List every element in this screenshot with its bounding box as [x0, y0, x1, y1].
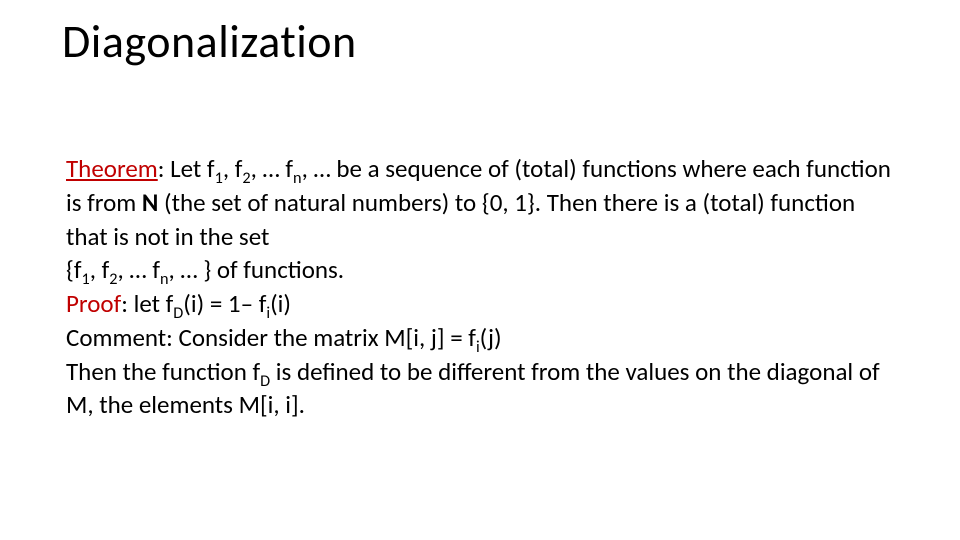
- text: (j): [480, 322, 502, 353]
- text: (the set of natural numbers) to {0, 1}. …: [66, 187, 855, 252]
- text: {f: [66, 254, 82, 285]
- text: :: [158, 153, 170, 184]
- sub-1: 1: [215, 169, 223, 188]
- slide-body: Theorem: Let f1, f2, … fn, … be a sequen…: [66, 152, 896, 422]
- text: Comment: Consider the matrix M[i, j] = f: [66, 322, 476, 353]
- proof-label: Proof: [66, 288, 121, 319]
- text: , … f: [118, 254, 160, 285]
- text: Let f: [170, 153, 214, 184]
- slide-title: Diagonalization: [62, 14, 357, 70]
- comment-line: Comment: Consider the matrix M[i, j] = f…: [66, 321, 896, 355]
- text: , … } of functions.: [169, 254, 345, 285]
- text: (i) = 1– f: [183, 288, 266, 319]
- proof-line: Proof: let fD(i) = 1– fi(i): [66, 287, 896, 321]
- then-line: Then the function fD is defined to be di…: [66, 355, 896, 423]
- sub-n: n: [293, 169, 302, 188]
- text: (i): [270, 288, 291, 319]
- theorem-paragraph: Theorem: Let f1, f2, … fn, … be a sequen…: [66, 152, 896, 253]
- text: , … f: [251, 153, 293, 184]
- text: , f: [90, 254, 110, 285]
- text: : let f: [121, 288, 173, 319]
- slide: Diagonalization Theorem: Let f1, f2, … f…: [0, 0, 960, 540]
- set-line: {f1, f2, … fn, … } of functions.: [66, 253, 896, 287]
- bold-N: N: [142, 187, 158, 218]
- theorem-label: Theorem: [66, 153, 158, 184]
- text: , f: [223, 153, 243, 184]
- sub-2: 2: [242, 169, 250, 188]
- sub-D2: D: [260, 372, 270, 391]
- text: Then the function f: [66, 356, 260, 387]
